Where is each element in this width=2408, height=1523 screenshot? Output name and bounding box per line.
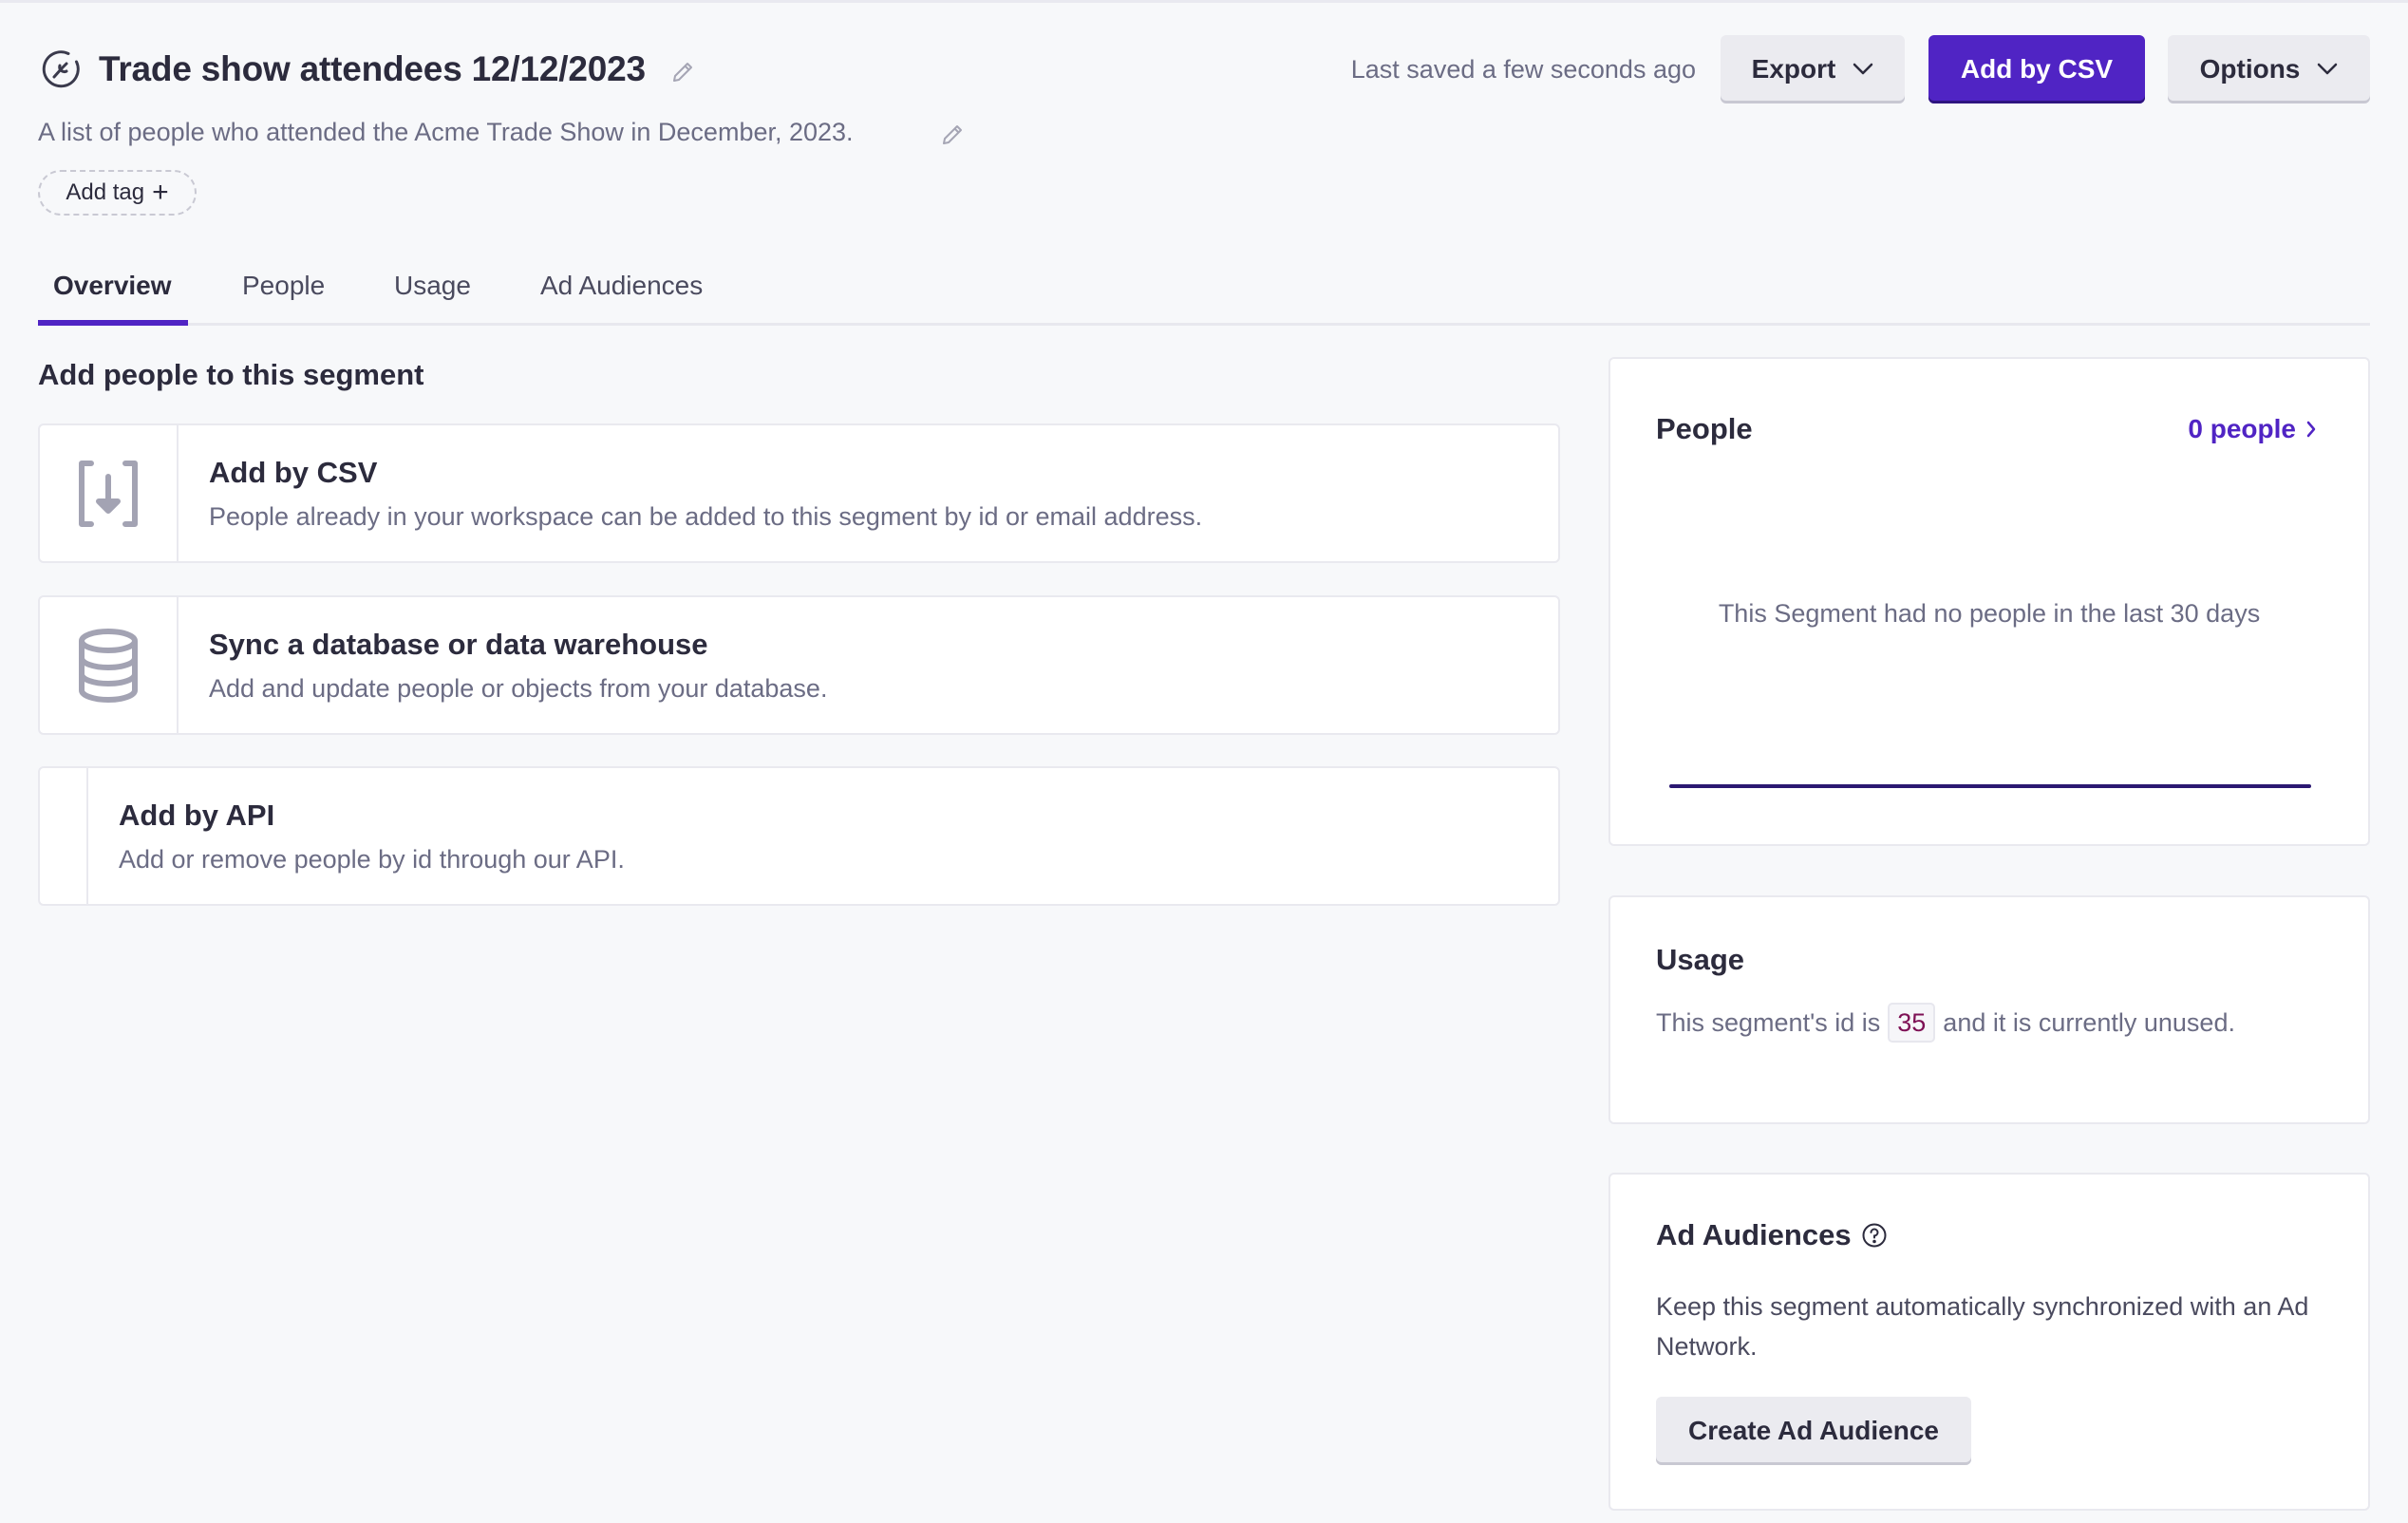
export-button[interactable]: Export — [1721, 35, 1905, 103]
usage-description: This segment's id is 35 and it is curren… — [1656, 1002, 2235, 1044]
segment-id-badge: 35 — [1888, 1003, 1936, 1043]
usage-text-before: This segment's id is — [1656, 1008, 1881, 1037]
add-by-csv-button[interactable]: Add by CSV — [1928, 35, 2145, 103]
segment-wrench-icon — [40, 48, 82, 90]
plus-icon: + — [152, 177, 169, 208]
active-tab-indicator — [38, 320, 188, 326]
last-saved-status: Last saved a few seconds ago — [1350, 55, 1696, 84]
people-panel-title: People — [1656, 412, 1753, 445]
usage-panel-title: Usage — [1656, 943, 1745, 976]
chevron-down-icon — [1853, 63, 1873, 75]
card-title: Add by API — [119, 798, 275, 832]
ad-audiences-title: Ad Audiences — [1656, 1218, 1852, 1251]
options-label: Options — [2199, 54, 2301, 84]
ad-audiences-description: Keep this segment automatically synchron… — [1656, 1292, 2309, 1361]
segment-description: A list of people who attended the Acme T… — [38, 118, 854, 146]
add-tag-label: Add tag — [66, 179, 145, 205]
database-icon — [79, 628, 138, 703]
sync-database-card[interactable]: Sync a database or data warehouse Add an… — [38, 595, 1560, 735]
tab-bar: Overview People Usage Ad Audiences — [38, 259, 2370, 326]
card-title: Add by CSV — [209, 455, 378, 489]
card-description: Add or remove people by id through our A… — [119, 844, 625, 874]
add-by-api-card[interactable]: Add by API Add or remove people by id th… — [38, 766, 1560, 906]
card-icon-column — [40, 425, 179, 561]
add-by-csv-label: Add by CSV — [1960, 54, 2114, 84]
usage-panel: Usage This segment's id is 35 and it is … — [1608, 895, 2370, 1124]
people-count-label: 0 people — [2188, 414, 2296, 443]
tab-people[interactable]: People — [242, 269, 325, 303]
empty-chart-message: This Segment had no people in the last 3… — [1718, 599, 2261, 628]
card-title: Sync a database or data warehouse — [209, 627, 708, 661]
chevron-right-icon — [2306, 421, 2316, 438]
page-title: Trade show attendees 12/12/2023 — [99, 49, 646, 88]
people-panel: People 0 people This Segment had no peop… — [1608, 357, 2370, 846]
usage-text-after: and it is currently unused. — [1943, 1008, 2235, 1037]
tab-usage[interactable]: Usage — [394, 269, 471, 303]
edit-title-icon[interactable] — [670, 60, 695, 85]
csv-import-icon — [79, 460, 138, 527]
create-ad-audience-label: Create Ad Audience — [1688, 1416, 1939, 1445]
card-description: People already in your workspace can be … — [209, 501, 1203, 531]
people-chart-baseline — [1669, 784, 2311, 788]
card-description: Add and update people or objects from yo… — [209, 673, 828, 703]
chevron-down-icon — [2318, 63, 2338, 75]
edit-description-icon[interactable] — [940, 122, 965, 147]
people-count-link[interactable]: 0 people — [2188, 410, 2317, 448]
add-by-csv-card[interactable]: Add by CSV People already in your worksp… — [38, 423, 1560, 563]
add-people-heading: Add people to this segment — [38, 358, 424, 391]
options-button[interactable]: Options — [2168, 35, 2370, 103]
create-ad-audience-button[interactable]: Create Ad Audience — [1656, 1397, 1971, 1465]
tab-ad-audiences[interactable]: Ad Audiences — [540, 269, 703, 303]
ad-audiences-panel: Ad Audiences Keep this segment automatic… — [1608, 1173, 2370, 1511]
card-icon-column — [40, 768, 88, 904]
card-icon-column — [40, 597, 179, 733]
export-label: Export — [1751, 54, 1836, 84]
help-icon[interactable] — [1861, 1222, 1888, 1249]
tab-overview[interactable]: Overview — [53, 269, 172, 303]
add-tag-button[interactable]: Add tag + — [38, 170, 197, 216]
